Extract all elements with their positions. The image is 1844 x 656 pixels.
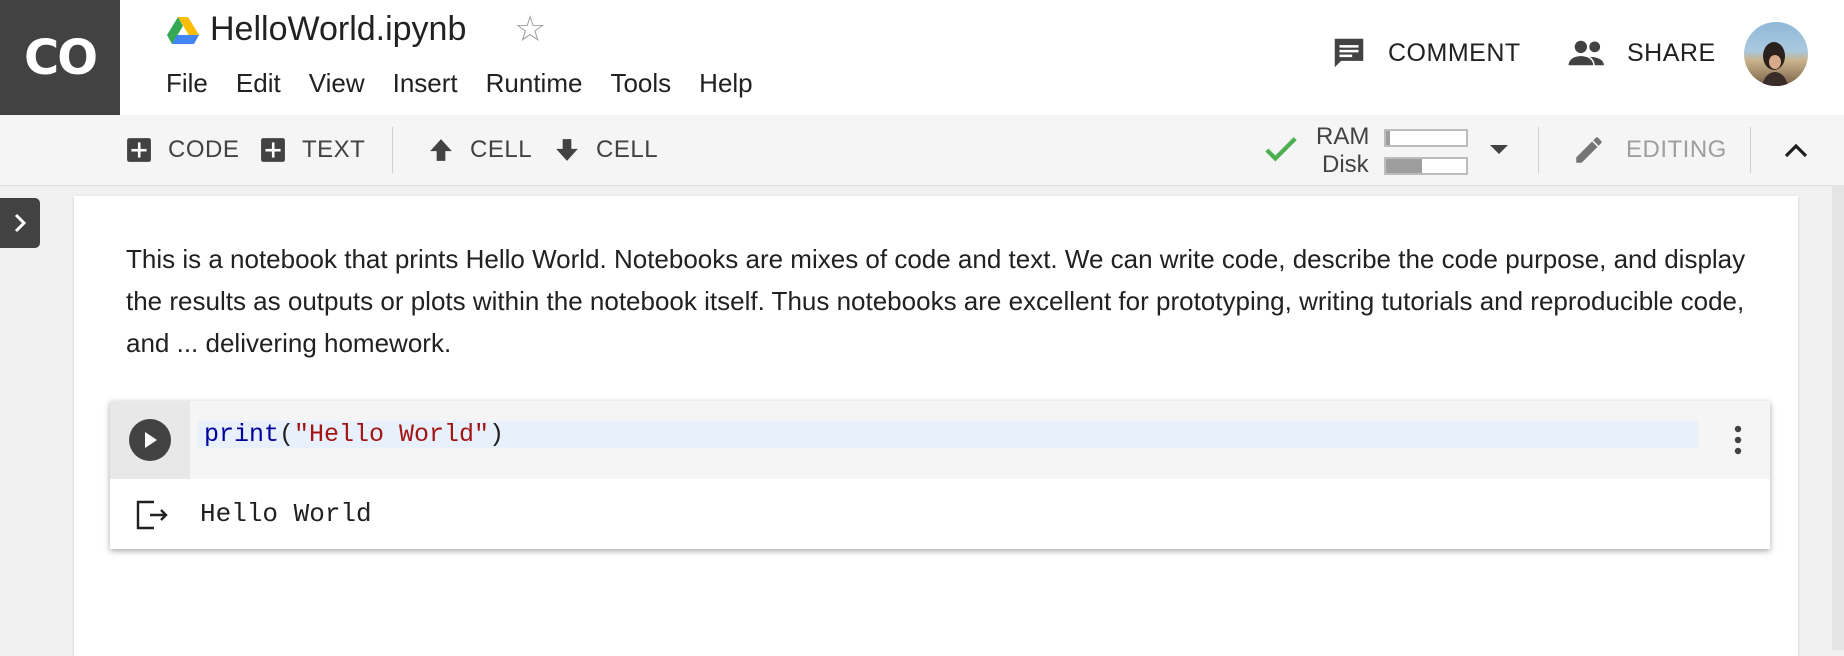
people-icon: [1568, 40, 1604, 66]
chevron-right-icon: [14, 213, 27, 233]
menu-edit[interactable]: Edit: [236, 68, 281, 99]
share-label: SHARE: [1627, 38, 1716, 67]
menu-view[interactable]: View: [309, 68, 365, 99]
code-open-paren: (: [279, 420, 295, 449]
output-text: Hello World: [200, 499, 372, 529]
add-text-button[interactable]: TEXT: [260, 115, 365, 185]
pencil-icon: [1576, 137, 1602, 163]
logo-text: CO: [23, 29, 98, 86]
menu-insert[interactable]: Insert: [393, 68, 458, 99]
check-icon: [1265, 137, 1297, 162]
code-editor[interactable]: print("Hello World"): [190, 401, 1770, 479]
text-cell[interactable]: This is a notebook that prints Hello Wor…: [126, 238, 1756, 364]
play-icon: [145, 432, 157, 448]
toolbar-divider: [392, 127, 393, 173]
cell-more-button[interactable]: [1728, 423, 1748, 457]
code-close-paren: ): [489, 420, 505, 449]
colab-logo[interactable]: CO: [0, 0, 120, 115]
toolbar-divider: [1750, 127, 1751, 173]
menu-runtime[interactable]: Runtime: [486, 68, 583, 99]
add-box-icon: [261, 138, 285, 162]
notebook-page: This is a notebook that prints Hello Wor…: [74, 196, 1798, 656]
avatar-photo: [1762, 42, 1788, 86]
comment-label: COMMENT: [1388, 38, 1521, 67]
ram-bar: [1384, 129, 1468, 147]
avatar[interactable]: [1744, 22, 1808, 86]
star-icon[interactable]: ☆: [514, 8, 546, 50]
collapse-header-button[interactable]: [1776, 115, 1816, 185]
comment-button[interactable]: COMMENT: [1330, 34, 1521, 72]
drive-icon: [167, 17, 199, 44]
move-cell-down-button[interactable]: CELL: [554, 115, 658, 185]
code-function: print: [204, 420, 280, 449]
notebook-toolbar: CODE TEXT CELL CELL RAM Disk EDITING: [0, 115, 1844, 186]
ram-bar-fill: [1386, 131, 1390, 145]
add-code-label: CODE: [168, 136, 240, 163]
menu-tools[interactable]: Tools: [610, 68, 671, 99]
move-cell-down-label: CELL: [596, 136, 659, 163]
move-cell-up-label: CELL: [470, 136, 533, 163]
run-cell-button[interactable]: [129, 419, 171, 461]
code-cell[interactable]: print("Hello World") Hello World: [110, 401, 1770, 549]
output-icon[interactable]: [136, 500, 170, 530]
ram-label: RAM: [1316, 123, 1370, 150]
scrollbar-track[interactable]: [1832, 185, 1844, 650]
arrow-up-icon: [430, 139, 452, 161]
code-string: "Hello World": [294, 420, 490, 449]
dropdown-arrow-icon[interactable]: [1488, 143, 1510, 157]
sidebar-toggle-button[interactable]: [0, 198, 40, 248]
disk-bar: [1384, 157, 1468, 175]
chevron-up-icon: [1784, 143, 1808, 158]
code-line-1: print("Hello World"): [204, 421, 504, 448]
resource-monitor[interactable]: RAM Disk: [1310, 123, 1510, 178]
code-cell-gutter: [110, 401, 190, 479]
share-button[interactable]: SHARE: [1567, 34, 1716, 72]
editing-label: EDITING: [1626, 136, 1727, 163]
menu-help[interactable]: Help: [699, 68, 752, 99]
toolbar-divider: [1538, 127, 1539, 173]
add-code-button[interactable]: CODE: [126, 115, 239, 185]
comment-icon: [1334, 38, 1364, 68]
notebook-title[interactable]: HelloWorld.ipynb: [210, 10, 466, 49]
more-vert-icon: [1734, 425, 1742, 455]
cell-output: Hello World: [110, 479, 1770, 549]
arrow-down-icon: [556, 139, 578, 161]
add-box-icon: [127, 138, 151, 162]
add-text-label: TEXT: [302, 136, 366, 163]
menu-file[interactable]: File: [166, 68, 208, 99]
editing-mode-button[interactable]: EDITING: [1572, 115, 1727, 185]
menu-bar: File Edit View Insert Runtime Tools Help: [166, 68, 781, 99]
disk-label: Disk: [1322, 151, 1369, 178]
app-header: CO HelloWorld.ipynb ☆ File Edit View Ins…: [0, 0, 1844, 115]
disk-bar-fill: [1386, 159, 1422, 173]
move-cell-up-button[interactable]: CELL: [428, 115, 532, 185]
